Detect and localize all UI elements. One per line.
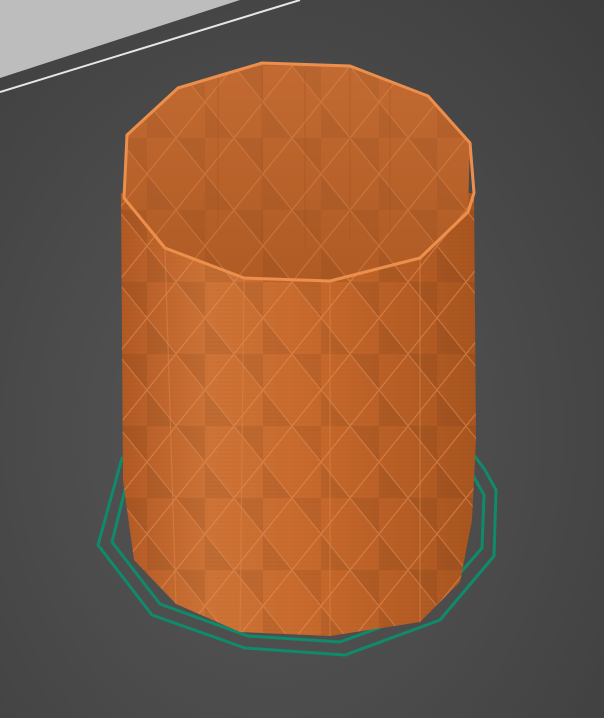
build-plate-edge <box>0 0 240 78</box>
vase-model[interactable] <box>121 61 476 636</box>
scene-canvas[interactable] <box>0 0 604 718</box>
vase-inner-texture <box>124 63 470 281</box>
3d-viewport[interactable] <box>0 0 604 718</box>
